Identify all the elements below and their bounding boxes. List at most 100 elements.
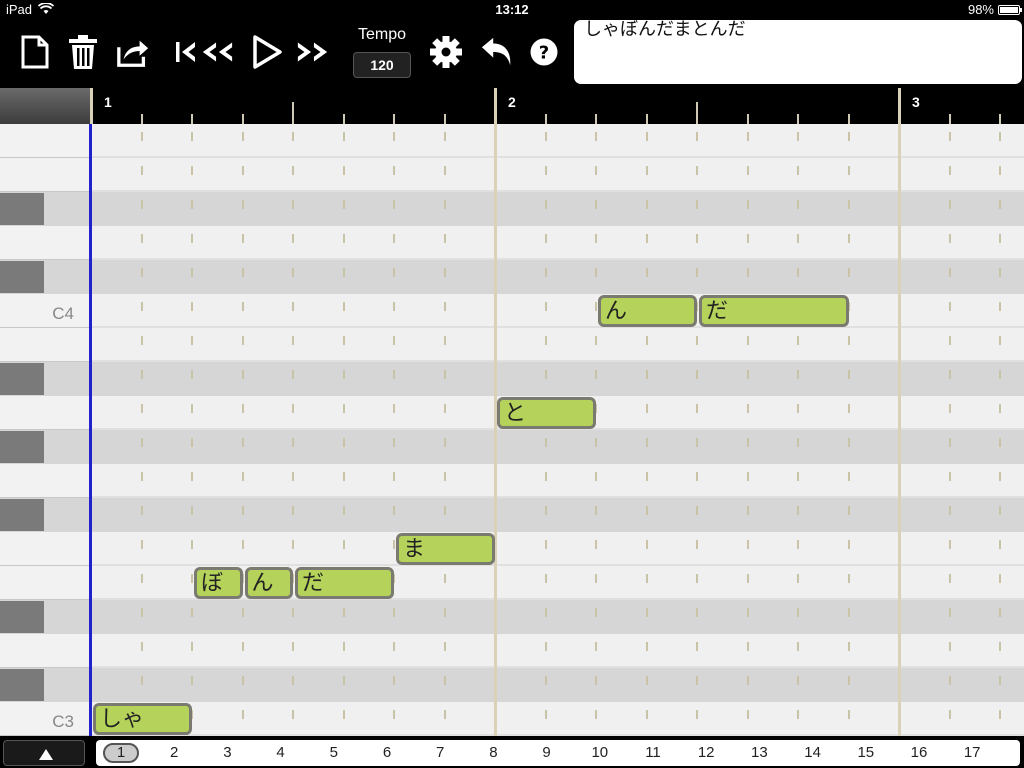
- page-number[interactable]: 7: [420, 740, 460, 766]
- pitch-row[interactable]: [0, 192, 1024, 226]
- toolbar: Tempo 120 ? しゃぼんだまとんだ: [0, 20, 1024, 88]
- page-number[interactable]: 3: [207, 740, 247, 766]
- grid-bar-line: [494, 124, 497, 736]
- help-icon[interactable]: ?: [527, 32, 561, 72]
- piano-white-key[interactable]: [0, 158, 90, 192]
- pitch-row[interactable]: [0, 464, 1024, 498]
- page-number[interactable]: 12: [686, 740, 726, 766]
- key-label-c4: C4: [52, 304, 74, 323]
- piano-white-key[interactable]: [0, 566, 90, 600]
- ruler-tick: [191, 114, 193, 124]
- page-number[interactable]: 10: [580, 740, 620, 766]
- row-separator: [0, 666, 1024, 668]
- pitch-row[interactable]: [0, 600, 1024, 634]
- page-number[interactable]: 8: [473, 740, 513, 766]
- expand-up-button[interactable]: [3, 740, 85, 766]
- fast-forward-icon[interactable]: [296, 32, 330, 72]
- timeline-ruler[interactable]: 1 2 3: [0, 88, 1024, 124]
- ruler-corner: [0, 88, 90, 124]
- grid-beat-line: [393, 124, 395, 736]
- note-block[interactable]: だ: [699, 295, 849, 327]
- page-number[interactable]: 16: [899, 740, 939, 766]
- page-number[interactable]: 11: [633, 740, 673, 766]
- page-number[interactable]: 17: [952, 740, 992, 766]
- pitch-row[interactable]: [0, 124, 1024, 158]
- grid-beat-line: [696, 124, 698, 736]
- row-separator: [0, 360, 1024, 362]
- skip-to-start-icon[interactable]: [168, 32, 202, 72]
- ruler-bar-line: [898, 88, 901, 124]
- piano-black-key[interactable]: [0, 363, 44, 395]
- page-number[interactable]: 15: [846, 740, 886, 766]
- tempo-label: Tempo: [357, 26, 407, 43]
- piano-white-key[interactable]: [0, 226, 90, 260]
- pitch-row[interactable]: [0, 668, 1024, 702]
- piano-white-key[interactable]: [0, 702, 90, 736]
- note-block[interactable]: ま: [396, 533, 495, 565]
- ruler-tick: [140, 114, 143, 124]
- pitch-row[interactable]: [0, 226, 1024, 260]
- ruler-beat-line: [292, 102, 294, 124]
- piano-black-key[interactable]: [0, 193, 44, 225]
- piano-black-key[interactable]: [0, 669, 44, 701]
- note-block[interactable]: ん: [244, 567, 293, 599]
- note-block[interactable]: と: [497, 397, 596, 429]
- row-separator: [0, 258, 1024, 260]
- pitch-row[interactable]: [0, 294, 1024, 328]
- piano-black-key[interactable]: [0, 261, 44, 293]
- app-root: iPad 13:12 98% Tempo 120 ? しゃぼんだまとんだ 1 2…: [0, 0, 1024, 768]
- page-number[interactable]: 6: [367, 740, 407, 766]
- piano-white-key[interactable]: [0, 532, 90, 566]
- grid-bar-line: [898, 124, 901, 736]
- page-number[interactable]: 5: [314, 740, 354, 766]
- page-number[interactable]: 14: [793, 740, 833, 766]
- piano-white-key[interactable]: [0, 294, 90, 328]
- piano-white-key[interactable]: [0, 396, 90, 430]
- note-block[interactable]: だ: [295, 567, 394, 599]
- row-separator: [0, 564, 1024, 566]
- piano-roll-grid[interactable]: C4 C3 しゃぼんだまとんだ: [0, 124, 1024, 736]
- pitch-row[interactable]: [0, 260, 1024, 294]
- ruler-tick: [746, 114, 749, 124]
- note-block[interactable]: ぼ: [194, 567, 243, 599]
- piano-white-key[interactable]: [0, 634, 90, 668]
- note-block[interactable]: ん: [598, 295, 697, 327]
- ruler-tick: [645, 114, 648, 124]
- settings-gear-icon[interactable]: [429, 32, 463, 72]
- play-icon[interactable]: [250, 32, 284, 72]
- piano-black-key[interactable]: [0, 499, 44, 531]
- page-number[interactable]: 9: [527, 740, 567, 766]
- pitch-row[interactable]: [0, 362, 1024, 396]
- piano-white-key[interactable]: [0, 124, 90, 158]
- new-document-icon[interactable]: [18, 32, 52, 72]
- grid-beat-line: [746, 124, 749, 736]
- trash-icon[interactable]: [66, 32, 100, 72]
- piano-white-key[interactable]: [0, 328, 90, 362]
- pitch-row[interactable]: [0, 158, 1024, 192]
- pitch-row[interactable]: [0, 328, 1024, 362]
- playhead[interactable]: [89, 124, 92, 736]
- grid-beat-line: [292, 124, 294, 736]
- page-number[interactable]: 4: [261, 740, 301, 766]
- piano-white-key[interactable]: [0, 464, 90, 498]
- page-number[interactable]: 1: [103, 743, 139, 763]
- pitch-row[interactable]: [0, 498, 1024, 532]
- piano-black-key[interactable]: [0, 431, 44, 463]
- pitch-row[interactable]: [0, 532, 1024, 566]
- ruler-tick: [393, 114, 395, 124]
- grid-beat-line: [140, 124, 143, 736]
- tempo-value-button[interactable]: 120: [353, 52, 411, 78]
- page-number[interactable]: 2: [154, 740, 194, 766]
- page-number[interactable]: 13: [739, 740, 779, 766]
- piano-keyboard[interactable]: C4 C3: [0, 124, 90, 736]
- pitch-row[interactable]: [0, 430, 1024, 464]
- rewind-icon[interactable]: [200, 32, 234, 72]
- pitch-row[interactable]: [0, 566, 1024, 600]
- note-block[interactable]: しゃ: [93, 703, 192, 735]
- lyrics-text-field[interactable]: しゃぼんだまとんだ: [574, 20, 1022, 84]
- share-icon[interactable]: [116, 32, 150, 72]
- arrow-up-icon: [39, 749, 53, 760]
- undo-icon[interactable]: [480, 32, 514, 72]
- pitch-row[interactable]: [0, 634, 1024, 668]
- piano-black-key[interactable]: [0, 601, 44, 633]
